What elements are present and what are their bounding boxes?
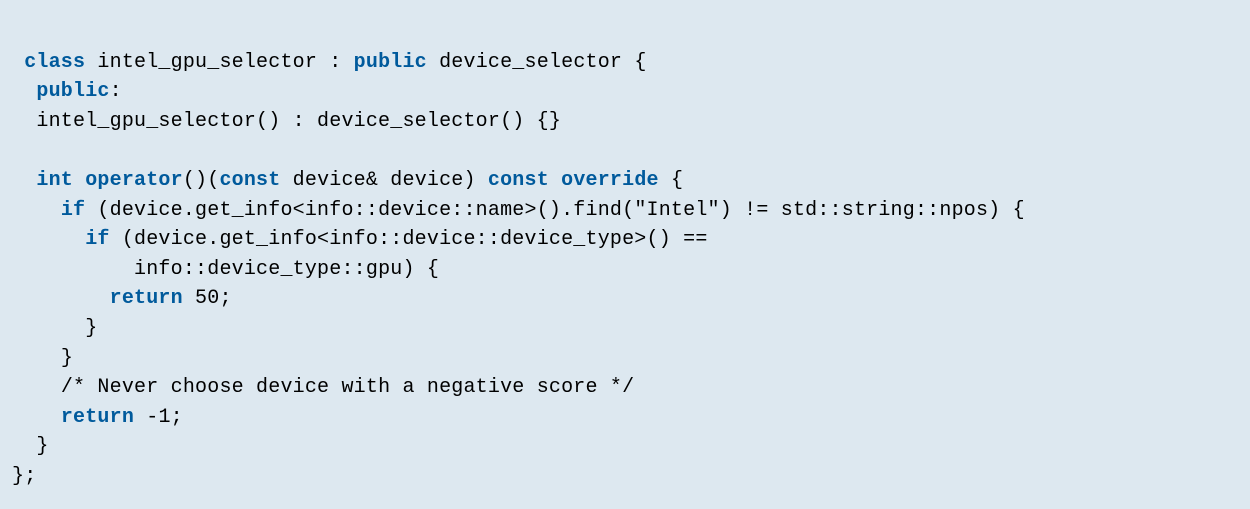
code-text: info::device_type::gpu) { [134, 258, 439, 281]
keyword-public: public [36, 80, 109, 103]
code-line-11: } [12, 347, 73, 370]
code-text: ()( [183, 169, 220, 192]
code-line-7: if (device.get_info<info::device::device… [12, 228, 708, 251]
keyword-return: return [61, 406, 134, 429]
code-block: class intel_gpu_selector : public device… [0, 0, 1250, 509]
keyword-public: public [354, 51, 427, 74]
code-line-9: return 50; [12, 287, 232, 310]
string-literal: "Intel" [634, 199, 719, 222]
code-line-1: class intel_gpu_selector : public device… [12, 51, 647, 74]
code-text: device& device) [280, 169, 487, 192]
number-literal: 50 [195, 287, 219, 310]
code-line-14: } [12, 435, 49, 458]
keyword-if: if [61, 199, 85, 222]
code-text: }; [12, 465, 36, 488]
code-line-5: int operator()(const device& device) con… [12, 169, 683, 192]
keyword-override: override [561, 169, 659, 192]
code-text: - [134, 406, 158, 429]
code-text [73, 169, 85, 192]
code-text: : [110, 80, 122, 103]
code-text: (device.get_info<info::device::name>().f… [85, 199, 634, 222]
keyword-return: return [110, 287, 183, 310]
code-line-10: } [12, 317, 97, 340]
code-text [183, 287, 195, 310]
code-text: device_selector { [427, 51, 647, 74]
comment: /* Never choose device with a negative s… [61, 376, 635, 399]
code-line-15: }; [12, 465, 36, 488]
code-text: ; [219, 287, 231, 310]
code-line-13: return -1; [12, 406, 183, 429]
keyword-operator: operator [85, 169, 183, 192]
keyword-if: if [85, 228, 109, 251]
code-text: } [61, 347, 73, 370]
code-line-8: info::device_type::gpu) { [12, 258, 439, 281]
number-literal: 1 [158, 406, 170, 429]
code-line-2: public: [12, 80, 122, 103]
keyword-const: const [219, 169, 280, 192]
code-text: { [659, 169, 683, 192]
keyword-class: class [24, 51, 85, 74]
code-line-6: if (device.get_info<info::device::name>(… [12, 199, 1025, 222]
keyword-int: int [36, 169, 73, 192]
code-text: intel_gpu_selector() : device_selector()… [36, 110, 561, 133]
code-text: intel_gpu_selector : [85, 51, 353, 74]
code-line-12: /* Never choose device with a negative s… [12, 376, 634, 399]
code-text: } [85, 317, 97, 340]
code-text: ) != std::string::npos) { [720, 199, 1025, 222]
code-line-3: intel_gpu_selector() : device_selector()… [12, 110, 561, 133]
code-text: (device.get_info<info::device::device_ty… [110, 228, 708, 251]
keyword-const: const [488, 169, 549, 192]
code-text: ; [171, 406, 183, 429]
code-text: } [36, 435, 48, 458]
code-text [549, 169, 561, 192]
